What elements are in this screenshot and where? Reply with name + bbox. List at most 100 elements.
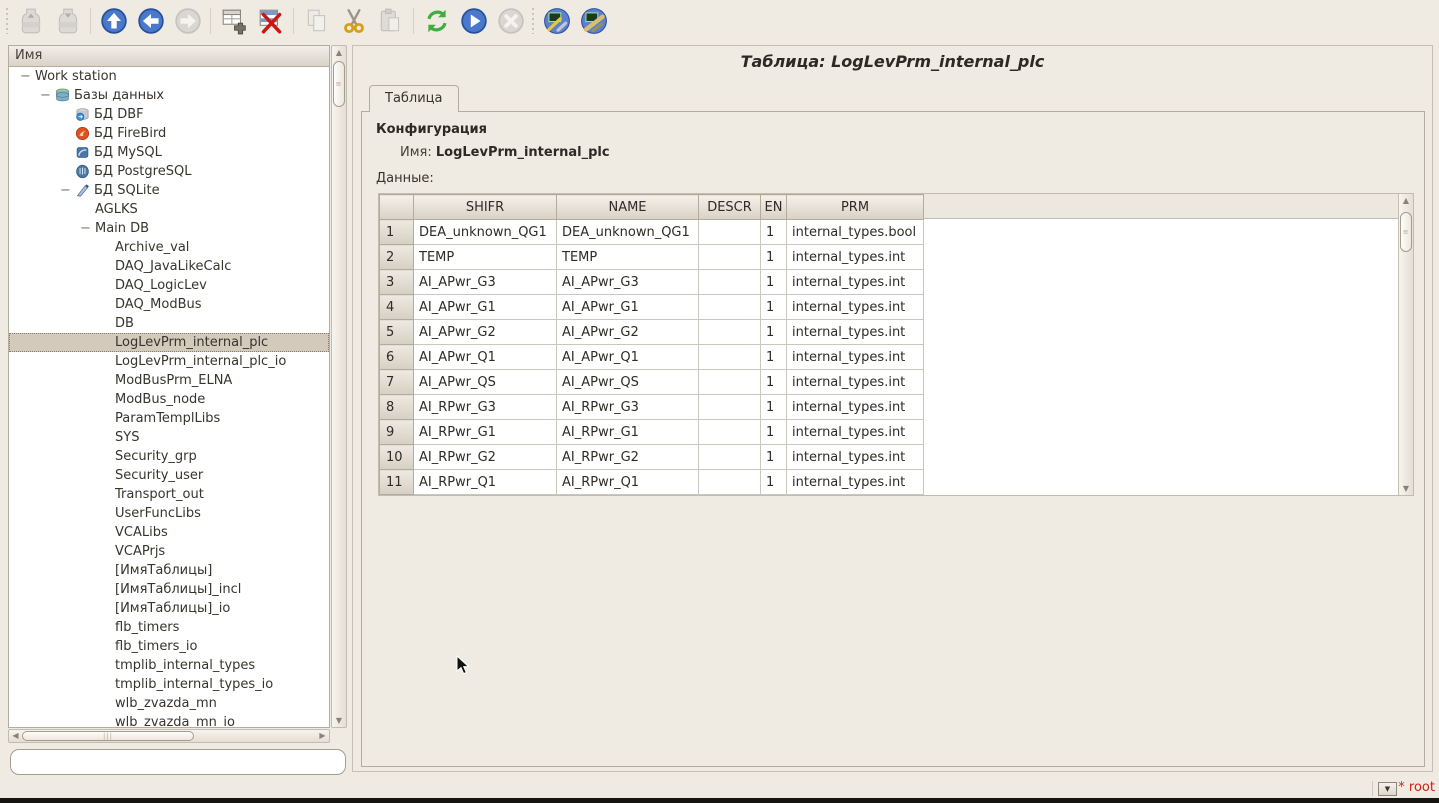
tree-item-mysql[interactable]: БД MySQL: [9, 143, 329, 162]
table-cell[interactable]: AI_RPwr_G1: [557, 420, 699, 445]
table-cell[interactable]: 1: [761, 470, 787, 495]
tree-item-work-station[interactable]: −Work station: [9, 67, 329, 86]
row-number[interactable]: 11: [380, 470, 414, 495]
tree-item-daq-modbus[interactable]: DAQ_ModBus: [9, 295, 329, 314]
table-cell[interactable]: AI_RPwr_G2: [414, 445, 557, 470]
tree-vertical-scrollbar[interactable]: ▲ ≡ ▼: [331, 45, 347, 728]
tree-item-vcaprjs[interactable]: VCAPrjs: [9, 542, 329, 561]
tree-item-wlb-zvazda-mn-io[interactable]: wlb_zvazda_mn_io: [9, 713, 329, 728]
table-cell[interactable]: AI_APwr_G1: [557, 295, 699, 320]
table-cell[interactable]: AI_APwr_G2: [557, 320, 699, 345]
table-cell[interactable]: AI_APwr_G3: [414, 270, 557, 295]
table-cell[interactable]: AI_APwr_Q1: [557, 345, 699, 370]
tree-item-userfunclibs[interactable]: UserFuncLibs: [9, 504, 329, 523]
tree-item-main-db[interactable]: −Main DB: [9, 219, 329, 238]
collapse-expander-icon[interactable]: −: [20, 67, 35, 86]
tree-item-flb-timers[interactable]: flb_timers: [9, 618, 329, 637]
table-cell[interactable]: 1: [761, 395, 787, 420]
tree-item-postgresql[interactable]: БД PostgreSQL: [9, 162, 329, 181]
table-cell[interactable]: [699, 345, 761, 370]
back-button[interactable]: [132, 3, 169, 40]
table-cell[interactable]: 1: [761, 220, 787, 245]
refresh-button[interactable]: [418, 3, 455, 40]
cut-button[interactable]: [335, 3, 372, 40]
tree-item-sqlite[interactable]: −БД SQLite: [9, 181, 329, 200]
row-number[interactable]: 1: [380, 220, 414, 245]
scroll-down-arrow-icon[interactable]: ▼: [1399, 482, 1413, 495]
table-cell[interactable]: internal_types.int: [787, 295, 924, 320]
column-header-SHIFR[interactable]: SHIFR: [414, 195, 557, 220]
current-user[interactable]: * root: [1398, 780, 1435, 795]
tab-table[interactable]: Таблица: [369, 85, 459, 112]
table-cell[interactable]: 1: [761, 420, 787, 445]
tree-item-firebird[interactable]: БД FireBird: [9, 124, 329, 143]
tree-item-daq-javalikecalc[interactable]: DAQ_JavaLikeCalc: [9, 257, 329, 276]
column-header-NAME[interactable]: NAME: [557, 195, 699, 220]
table-cell[interactable]: TEMP: [557, 245, 699, 270]
table-cell[interactable]: 1: [761, 320, 787, 345]
table-cell[interactable]: AI_RPwr_Q1: [557, 470, 699, 495]
table-cell[interactable]: internal_types.bool: [787, 220, 924, 245]
table-cell[interactable]: internal_types.int: [787, 395, 924, 420]
table-cell[interactable]: internal_types.int: [787, 270, 924, 295]
collapse-expander-icon[interactable]: −: [60, 181, 75, 200]
column-header-DESCR[interactable]: DESCR: [699, 195, 761, 220]
table-vertical-scrollbar[interactable]: ▲ ≡ ▼: [1398, 194, 1413, 495]
table-cell[interactable]: 1: [761, 445, 787, 470]
table-cell[interactable]: [699, 370, 761, 395]
table-cell[interactable]: AI_APwr_G3: [557, 270, 699, 295]
tree-item-node-26[interactable]: [ИмяТаблицы]: [9, 561, 329, 580]
vca-run-button[interactable]: [575, 3, 612, 40]
user-dropdown-button[interactable]: ▼: [1378, 782, 1397, 796]
tree-item-vcalibs[interactable]: VCALibs: [9, 523, 329, 542]
scrollbar-thumb[interactable]: |||: [22, 731, 194, 741]
tree-item-node-1[interactable]: −Базы данных: [9, 86, 329, 105]
table-cell[interactable]: AI_APwr_QS: [414, 370, 557, 395]
tree-search-input[interactable]: [10, 749, 346, 775]
tree-header[interactable]: Имя: [8, 45, 330, 67]
table-cell[interactable]: AI_RPwr_G3: [557, 395, 699, 420]
tree-item-sys[interactable]: SYS: [9, 428, 329, 447]
table-cell[interactable]: AI_RPwr_G2: [557, 445, 699, 470]
row-number[interactable]: 6: [380, 345, 414, 370]
tree-item-security-grp[interactable]: Security_grp: [9, 447, 329, 466]
table-cell[interactable]: DEA_unknown_QG1: [557, 220, 699, 245]
table-cell[interactable]: [699, 295, 761, 320]
row-number[interactable]: 3: [380, 270, 414, 295]
table-cell[interactable]: [699, 395, 761, 420]
tree-item-aglks[interactable]: AGLKS: [9, 200, 329, 219]
table-cell[interactable]: AI_APwr_QS: [557, 370, 699, 395]
tree-item-paramtempllibs[interactable]: ParamTemplLibs: [9, 409, 329, 428]
row-number[interactable]: 8: [380, 395, 414, 420]
table-cell[interactable]: AI_APwr_G1: [414, 295, 557, 320]
table-cell[interactable]: [699, 320, 761, 345]
table-cell[interactable]: 1: [761, 345, 787, 370]
table-cell[interactable]: internal_types.int: [787, 470, 924, 495]
table-cell[interactable]: DEA_unknown_QG1: [414, 220, 557, 245]
table-cell[interactable]: TEMP: [414, 245, 557, 270]
collapse-expander-icon[interactable]: −: [80, 219, 95, 238]
row-add-button[interactable]: [215, 3, 252, 40]
vca-dev-button[interactable]: [538, 3, 575, 40]
table-cell[interactable]: AI_RPwr_G3: [414, 395, 557, 420]
table-cell[interactable]: AI_APwr_Q1: [414, 345, 557, 370]
table-cell[interactable]: 1: [761, 245, 787, 270]
table-cell[interactable]: AI_RPwr_G1: [414, 420, 557, 445]
start-button[interactable]: [455, 3, 492, 40]
scroll-down-arrow-icon[interactable]: ▼: [332, 714, 346, 727]
table-cell[interactable]: internal_types.int: [787, 320, 924, 345]
tree-item-io[interactable]: [ИмяТаблицы]_io: [9, 599, 329, 618]
column-header-PRM[interactable]: PRM: [787, 195, 924, 220]
tree-item-security-user[interactable]: Security_user: [9, 466, 329, 485]
scrollbar-thumb[interactable]: ≡: [1400, 212, 1412, 252]
table-cell[interactable]: internal_types.int: [787, 420, 924, 445]
table-cell[interactable]: [699, 220, 761, 245]
scroll-left-arrow-icon[interactable]: ◀: [9, 730, 22, 742]
row-number[interactable]: 9: [380, 420, 414, 445]
tree-item-transport-out[interactable]: Transport_out: [9, 485, 329, 504]
table-cell[interactable]: [699, 420, 761, 445]
row-number[interactable]: 5: [380, 320, 414, 345]
up-button[interactable]: [95, 3, 132, 40]
tree-item-flb-timers-io[interactable]: flb_timers_io: [9, 637, 329, 656]
scroll-up-arrow-icon[interactable]: ▲: [1399, 194, 1413, 207]
